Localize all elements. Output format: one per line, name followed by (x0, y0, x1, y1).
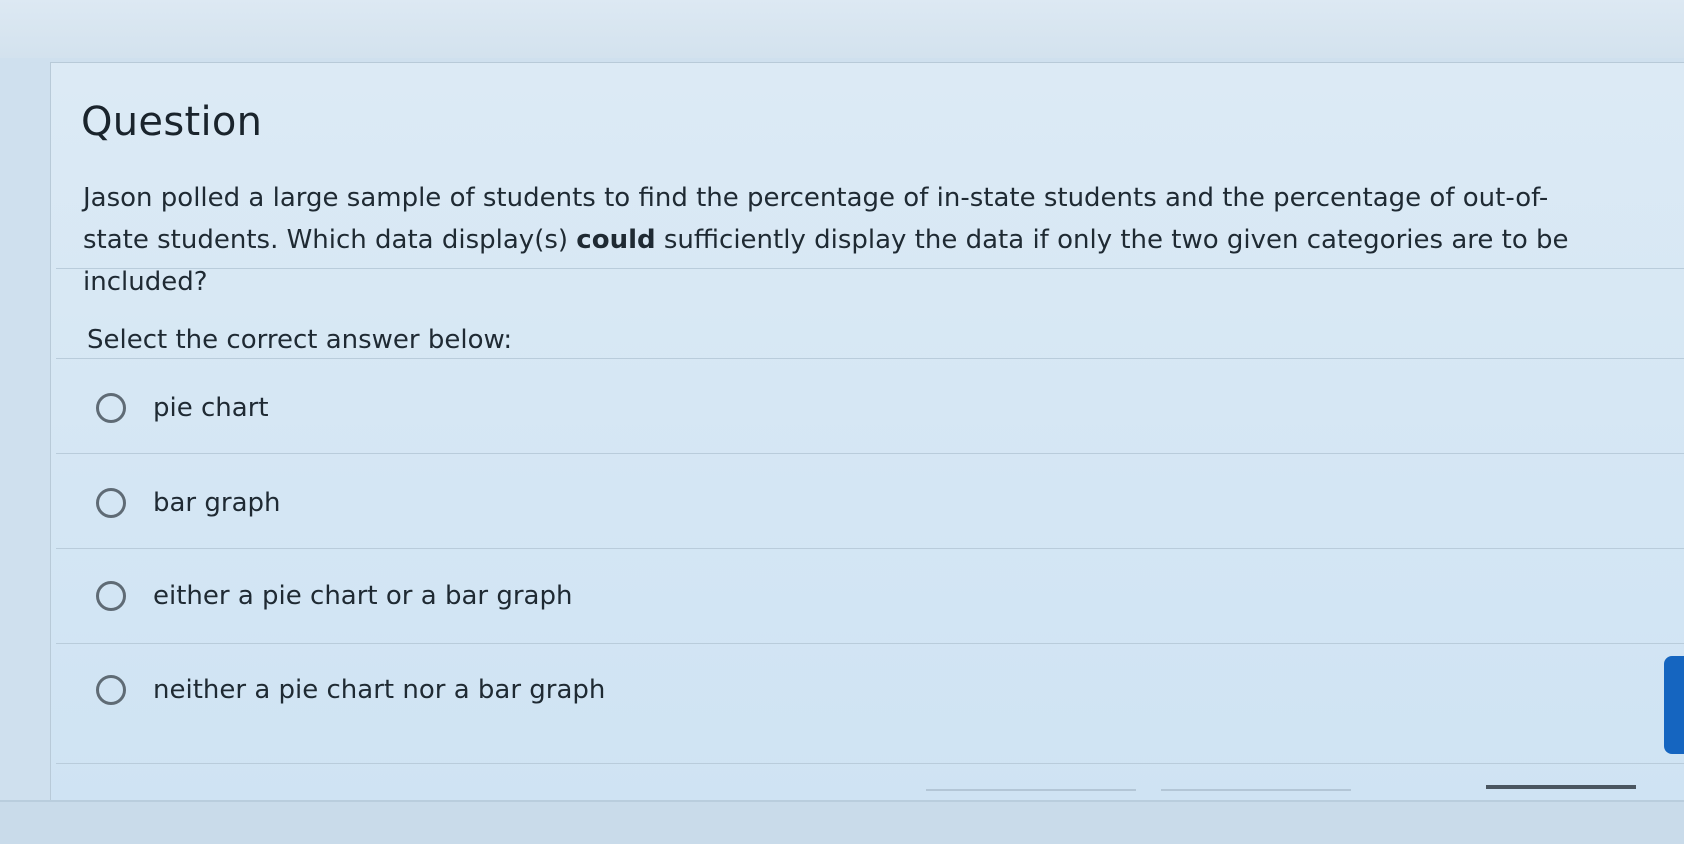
divider (56, 358, 1684, 359)
divider (56, 453, 1684, 454)
footer-rule (926, 789, 1136, 791)
question-heading: Question (81, 99, 263, 145)
option-label: either a pie chart or a bar graph (153, 581, 573, 611)
divider (56, 643, 1684, 644)
option-label: bar graph (153, 488, 281, 518)
divider (56, 548, 1684, 549)
question-prompt: Jason polled a large sample of students … (83, 177, 1603, 303)
question-card: Question Jason polled a large sample of … (50, 62, 1684, 802)
prompt-emphasis: could (576, 225, 656, 255)
radio-button[interactable] (96, 675, 126, 705)
answer-option-neither[interactable]: neither a pie chart nor a bar graph (61, 645, 1684, 735)
footer-rule (1161, 789, 1351, 791)
radio-button[interactable] (96, 581, 126, 611)
answer-instruction: Select the correct answer below: (87, 325, 513, 355)
radio-button[interactable] (96, 488, 126, 518)
answer-option-bar-graph[interactable]: bar graph (61, 458, 1684, 548)
option-label: pie chart (153, 393, 269, 423)
divider (56, 763, 1684, 764)
side-panel-tab[interactable] (1664, 656, 1684, 754)
divider (56, 268, 1684, 269)
backdrop-top (0, 0, 1684, 58)
answer-option-pie-chart[interactable]: pie chart (61, 363, 1684, 453)
footer-rule (1486, 785, 1636, 789)
option-label: neither a pie chart nor a bar graph (153, 675, 606, 705)
backdrop-bottom (0, 800, 1684, 844)
radio-button[interactable] (96, 393, 126, 423)
answer-option-either[interactable]: either a pie chart or a bar graph (61, 551, 1684, 641)
